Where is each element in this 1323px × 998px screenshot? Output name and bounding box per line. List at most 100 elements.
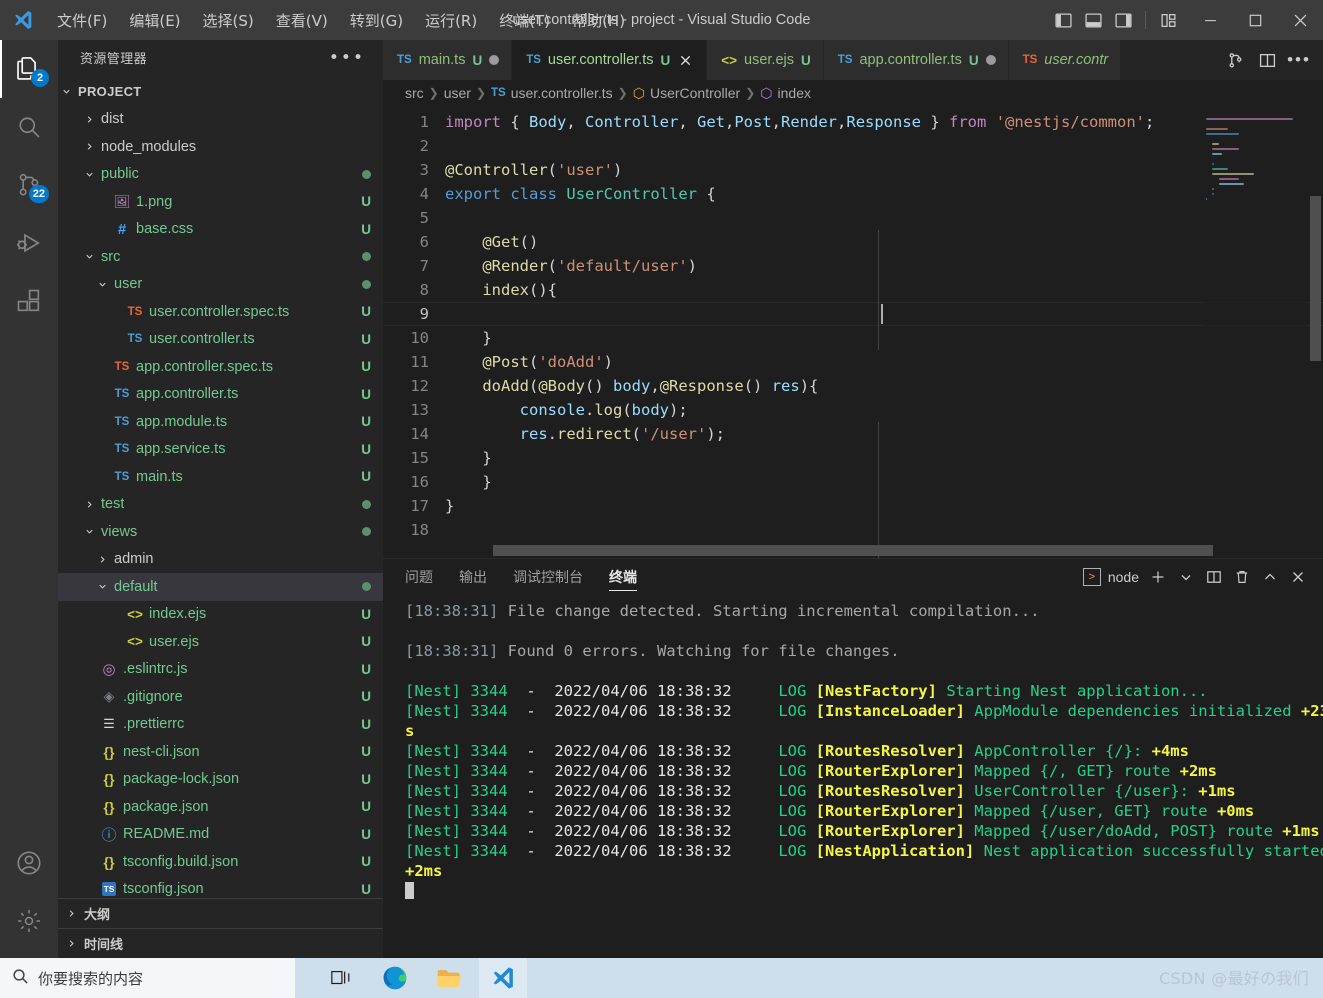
activity-explorer[interactable]: 2 <box>0 40 58 98</box>
editor-horizontal-scrollbar[interactable] <box>493 545 1213 556</box>
tree-folder-user[interactable]: user <box>58 271 383 299</box>
tree-file-app.module.ts[interactable]: TS app.module.ts U <box>58 408 383 436</box>
menu-item-5[interactable]: 运行(R) <box>414 0 488 40</box>
activity-extensions[interactable] <box>0 272 58 330</box>
tree-file-user.ejs[interactable]: <> user.ejs U <box>58 628 383 656</box>
maximize-button[interactable] <box>1233 0 1278 40</box>
tree-file-tsconfig.json[interactable]: TS tsconfig.json U <box>58 876 383 899</box>
tree-file-user.controller.ts[interactable]: TS user.controller.ts U <box>58 326 383 354</box>
tree-folder-src[interactable]: src <box>58 243 383 271</box>
editor-tab-app.controller.ts[interactable]: TS app.controller.ts U <box>823 40 1009 80</box>
tab-dirty-indicator[interactable] <box>985 55 996 65</box>
toggle-secondary-sidebar-icon[interactable] <box>1109 5 1137 35</box>
terminal-line: [Nest] 3344 - 2022/04/06 18:38:32 LOG [R… <box>405 741 1323 761</box>
tree-file-app.controller.ts[interactable]: TS app.controller.ts U <box>58 381 383 409</box>
editor-vertical-scrollbar[interactable] <box>1310 196 1321 361</box>
kill-terminal-icon[interactable] <box>1229 563 1255 591</box>
tab-dirty-indicator[interactable] <box>489 55 500 65</box>
breadcrumb-item-0[interactable]: src <box>405 85 424 101</box>
menu-item-1[interactable]: 编辑(E) <box>118 0 191 40</box>
menu-item-6[interactable]: 终端(T) <box>488 0 561 40</box>
editor-tab-user.controller.ts[interactable]: TS user.controller.ts U <box>512 40 708 80</box>
tree-file-index.ejs[interactable]: <> index.ejs U <box>58 601 383 629</box>
activity-accounts[interactable] <box>0 834 58 892</box>
close-panel-icon[interactable] <box>1285 563 1311 591</box>
tree-file-nest-cli.json[interactable]: {} nest-cli.json U <box>58 738 383 766</box>
code-line: console.log(body); <box>519 401 688 419</box>
terminal-dropdown-icon[interactable] <box>1173 563 1199 591</box>
tree-root-project[interactable]: PROJECT <box>58 78 383 106</box>
tree-folder-admin[interactable]: admin <box>58 546 383 574</box>
tree-folder-dist[interactable]: dist <box>58 106 383 134</box>
explorer-title: 资源管理器 <box>80 52 148 67</box>
tree-folder-public[interactable]: public <box>58 161 383 189</box>
taskbar-search[interactable]: 你要搜索的内容 <box>0 958 295 998</box>
divider <box>1145 11 1146 29</box>
customize-layout-icon[interactable] <box>1154 5 1182 35</box>
tree-file-base.css[interactable]: # base.css U <box>58 216 383 244</box>
file-type-icon: <> <box>127 606 143 622</box>
close-button[interactable] <box>1278 0 1323 40</box>
menu-item-7[interactable]: 帮助(H) <box>561 0 636 40</box>
tree-file-main.ts[interactable]: TS main.ts U <box>58 463 383 491</box>
tab-label: user.ejs <box>744 52 794 68</box>
editor-tab-main.ts[interactable]: TS main.ts U <box>383 40 513 80</box>
tree-file-package.json[interactable]: {} package.json U <box>58 793 383 821</box>
minimap[interactable] <box>1202 106 1307 558</box>
tree-file-package-lock.json[interactable]: {} package-lock.json U <box>58 766 383 794</box>
tree-file-.prettierrc[interactable]: ☰ .prettierrc U <box>58 711 383 739</box>
breadcrumb-item-2[interactable]: TS user.controller.ts <box>491 85 613 101</box>
tree-file-tsconfig.build.json[interactable]: {} tsconfig.build.json U <box>58 848 383 876</box>
panel-tab-1[interactable]: 输出 <box>459 559 487 595</box>
menu-item-3[interactable]: 查看(V) <box>265 0 339 40</box>
outline-section[interactable]: 大纲 <box>58 898 383 928</box>
tree-folder-default[interactable]: default <box>58 573 383 601</box>
edge-icon[interactable] <box>371 958 419 998</box>
panel-tab-3[interactable]: 终端 <box>609 559 637 595</box>
split-horizontal-icon[interactable] <box>1221 46 1249 74</box>
menu-item-0[interactable]: 文件(F) <box>46 0 118 40</box>
tree-file-app.controller.spec.ts[interactable]: TS app.controller.spec.ts U <box>58 353 383 381</box>
panel-tab-0[interactable]: 问题 <box>405 559 433 595</box>
tree-file-user.controller.spec.ts[interactable]: TS user.controller.spec.ts U <box>58 298 383 326</box>
tree-folder-views[interactable]: views <box>58 518 383 546</box>
activity-run-and-debug[interactable] <box>0 214 58 272</box>
terminal-output[interactable]: [18:38:31] File change detected. Startin… <box>383 595 1323 958</box>
activity-search[interactable] <box>0 98 58 156</box>
editor-more-actions-icon[interactable]: ••• <box>1285 46 1313 74</box>
editor-tab-user.ejs[interactable]: <> user.ejs U <box>707 40 824 80</box>
maximize-panel-icon[interactable] <box>1257 563 1283 591</box>
menu-item-2[interactable]: 选择(S) <box>192 0 265 40</box>
tree-folder-node_modules[interactable]: node_modules <box>58 133 383 161</box>
vscode-window: 文件(F) 编辑(E) 选择(S) 查看(V) 转到(G) 运行(R) 终端(T) 帮助(H)… <box>0 0 1323 998</box>
activity-source-control[interactable]: 22 <box>0 156 58 214</box>
code-editor[interactable]: 1 2 3 4 5 6 7 8 9 10 11 12 13 14 15 16 17 18 import { Bod… <box>383 106 1323 558</box>
tree-file-.gitignore[interactable]: ◈ .gitignore U <box>58 683 383 711</box>
minimize-button[interactable] <box>1188 0 1233 40</box>
vscode-icon[interactable] <box>479 958 527 998</box>
tab-close-icon[interactable] <box>677 52 694 69</box>
breadcrumb-item-1[interactable]: user <box>444 85 471 101</box>
editor-tab-user.contr[interactable]: TS user.contr <box>1008 40 1122 80</box>
split-editor-icon[interactable] <box>1253 46 1281 74</box>
editor-area: TS main.ts U TS user.controller.ts U <> user.ej… <box>383 40 1323 958</box>
tree-file-.eslintrc.js[interactable]: ◎ .eslintrc.js U <box>58 656 383 684</box>
breadcrumb-item-4[interactable]: ⬡ index <box>760 85 811 102</box>
file-explorer-icon[interactable] <box>425 958 473 998</box>
tree-file-app.service.ts[interactable]: TS app.service.ts U <box>58 436 383 464</box>
explorer-more-icon[interactable]: ••• <box>329 49 365 66</box>
breadcrumb-item-3[interactable]: ⬡ UserController <box>633 85 740 102</box>
activity-settings[interactable] <box>0 892 58 950</box>
panel-tab-2[interactable]: 调试控制台 <box>513 559 583 595</box>
tree-file-1.png[interactable]: 🖼 1.png U <box>58 188 383 216</box>
terminal-selector[interactable]: > node <box>1082 568 1143 586</box>
tree-file-README.md[interactable]: ⓘ README.md U <box>58 821 383 849</box>
tree-folder-test[interactable]: test <box>58 491 383 519</box>
toggle-primary-sidebar-icon[interactable] <box>1049 5 1077 35</box>
menu-item-4[interactable]: 转到(G) <box>339 0 414 40</box>
toggle-panel-icon[interactable] <box>1079 5 1107 35</box>
task-view-icon[interactable] <box>317 958 365 998</box>
new-terminal-icon[interactable] <box>1145 563 1171 591</box>
timeline-section[interactable]: 时间线 <box>58 928 383 958</box>
split-terminal-icon[interactable] <box>1201 563 1227 591</box>
